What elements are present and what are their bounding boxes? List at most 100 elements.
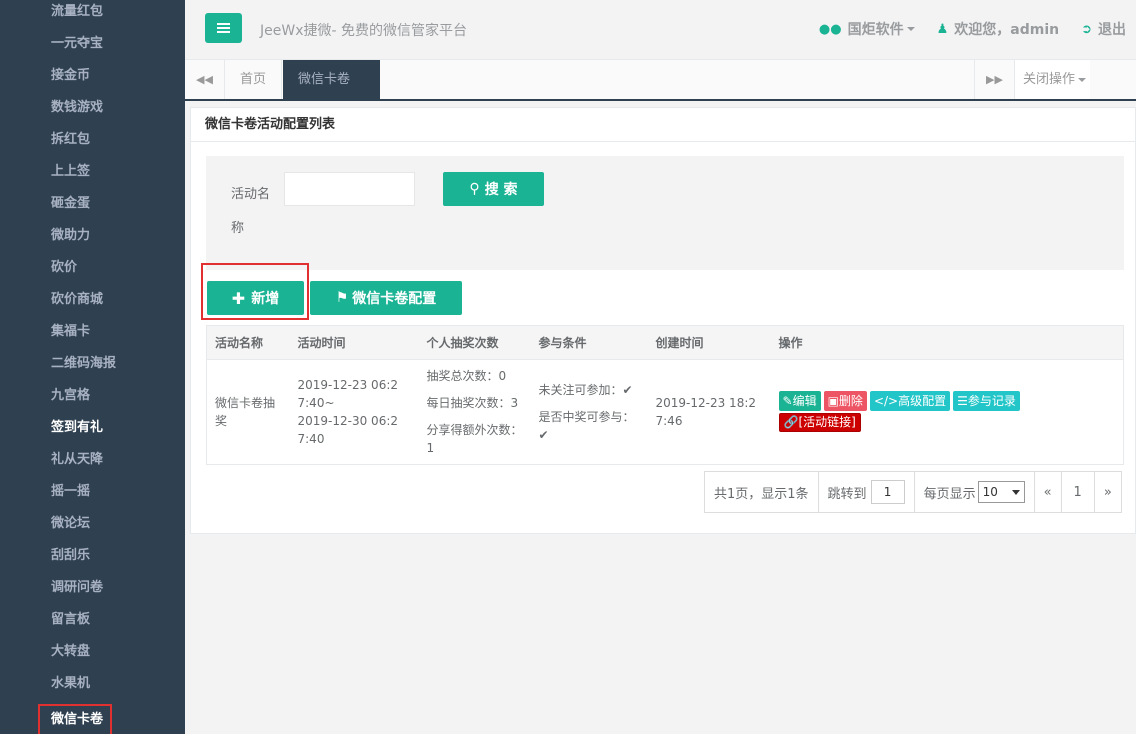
search-button-label: 搜 索 [484,182,518,198]
sidebar-item[interactable]: 接金币 [0,64,185,96]
col-header-time: 活动时间 [289,325,419,360]
time-end: 2019-12-30 06:27:40 [297,414,399,446]
sidebar-item-label: 微信卡卷 [51,712,104,727]
cell-draws: 抽奖总次数：0 每日抽奖次数：3 分享得额外次数：1 [418,359,531,465]
hamburger-icon [217,23,230,33]
sidebar-item[interactable]: 签到有礼 [0,416,185,448]
table-header-row: 活动名称 活动时间 个人抽奖次数 参与条件 创建时间 操作 [206,325,1124,360]
sidebar-item-label: 刮刮乐 [51,548,91,563]
wechat-icon: ●● [818,21,842,37]
per-page-label: 每页显示 [923,486,976,502]
advanced-config-button[interactable]: </>高级配置 [869,390,951,411]
tag-icon: ⚑ [335,290,349,306]
sidebar-item[interactable]: 留言板 [0,608,185,640]
jump-page-input[interactable]: 1 [870,480,905,504]
sidebar-item[interactable]: 微信卡卷 [0,704,185,734]
sign-out-icon: ➲ [1081,21,1092,37]
sidebar-item-label: 砍价 [51,260,78,275]
sidebar-item[interactable]: 微助力 [0,224,185,256]
menu-toggle-button[interactable] [205,13,242,43]
advanced-label: 高级配置 [898,393,947,408]
sidebar-item[interactable]: 流量红包 [0,0,185,32]
per-page-select[interactable]: 10 [977,481,1025,503]
per-page-value: 10 [982,485,998,499]
records-label: 参与记录 [967,393,1016,408]
sidebar-item-label: 微助力 [51,228,91,243]
check-icon: ✔ [538,427,549,442]
sidebar-item[interactable]: 砍价商城 [0,288,185,320]
sidebar-item-label: 砍价商城 [51,292,104,307]
sidebar-item[interactable]: 水果机 [0,672,185,704]
sidebar-item[interactable]: 微论坛 [0,512,185,544]
col-header-actions: 操作 [770,325,1124,360]
top-navbar: JeeWx捷微- 免费的微信管家平台 ●● 国炬软件 ♟ 欢迎您，admin ➲… [185,0,1136,60]
sidebar-item-label: 礼从天降 [51,452,104,467]
content-panel: 微信卡卷活动配置列表 活动名称 ⚲ 搜 索 ✚ 新增 ⚑ 微信卡卷配置 活动名称… [190,107,1136,534]
sidebar-item[interactable]: 数钱游戏 [0,96,185,128]
logout-link[interactable]: ➲ 退出 [1081,19,1126,39]
brand-title: JeeWx捷微- 免费的微信管家平台 [260,23,467,39]
sidebar-item[interactable]: 礼从天降 [0,448,185,480]
card-config-label: 微信卡卷配置 [352,291,437,307]
tab-scroll-right-button[interactable]: ▶▶ [974,60,1014,99]
next-page-button[interactable]: » [1095,472,1121,512]
edit-button[interactable]: ✎编辑 [778,390,821,411]
cond-follow-label: 未关注可参加： [538,382,623,397]
link-label: [活动链接] [798,414,856,429]
col-header-name: 活动名称 [206,325,290,360]
tab-home[interactable]: 首页 [225,60,283,99]
search-form: 活动名称 ⚲ 搜 索 [206,156,1124,270]
delete-label: 删除 [838,393,863,408]
cond-follow: 未关注可参加：✔ [539,381,648,399]
search-icon: ⚲ [469,181,480,197]
card-config-button[interactable]: ⚑ 微信卡卷配置 [310,281,462,315]
link-icon: 🔗 [783,414,799,429]
sidebar-item[interactable]: 拆红包 [0,128,185,160]
pagination: 共1页，显示1条 跳转到 1 每页显示 10 « 1 » [704,471,1122,513]
sidebar-item-label: 上上签 [51,164,91,179]
sidebar-item[interactable]: 调研问卷 [0,576,185,608]
forward-icon: ▶▶ [986,73,1003,86]
tab-scroll-left-button[interactable]: ◀◀ [185,60,225,99]
table-row: 微信卡卷抽奖 2019-12-23 06:27:40~ 2019-12-30 0… [206,359,1124,465]
sidebar-item[interactable]: 摇一摇 [0,480,185,512]
user-welcome[interactable]: ♟ 欢迎您，admin [937,19,1059,39]
add-button[interactable]: ✚ 新增 [207,281,304,315]
sidebar-item[interactable]: 九宫格 [0,384,185,416]
records-button[interactable]: ☰参与记录 [953,390,1020,411]
sidebar-item[interactable]: 大转盘 [0,640,185,672]
close-ops-dropdown[interactable]: 关闭操作 [1014,60,1090,99]
cell-activity-name: 微信卡卷抽奖 [206,359,290,465]
sidebar-item-label: 调研问卷 [51,580,104,595]
share-draws: 分享得额外次数：1 [426,423,523,455]
activity-link-button[interactable]: 🔗[活动链接] [778,412,861,432]
trash-icon: ▣ [827,393,839,408]
sidebar-item[interactable]: 一元夺宝 [0,32,185,64]
tab-wechat-card[interactable]: 微信卡卷 ✕ [283,60,380,124]
page-1-button[interactable]: 1 [1062,472,1095,512]
edit-icon: ✎ [782,393,793,408]
sidebar-item[interactable]: 上上签 [0,160,185,192]
sidebar-item[interactable]: 刮刮乐 [0,544,185,576]
code-icon: </> [873,393,899,408]
sidebar-item[interactable]: 二维码海报 [0,352,185,384]
sidebar-item[interactable]: 集福卡 [0,320,185,352]
sidebar-item-label: 流量红包 [51,4,104,19]
search-button[interactable]: ⚲ 搜 索 [443,172,544,206]
sidebar-menu: 流量红包一元夺宝 接金币数钱游戏拆红包上上签砸金蛋微助力砍价砍价商城集福卡二维码海… [0,0,185,734]
activity-name-input[interactable] [284,172,415,206]
cond-winner: 是否中奖可参与： ✔ [539,408,648,444]
sidebar-item[interactable]: 砸金蛋 [0,192,185,224]
backward-icon: ◀◀ [196,73,213,86]
delete-button[interactable]: ▣删除 [823,390,867,411]
welcome-label: 欢迎您，admin [954,22,1060,38]
sidebar: 流量红包一元夺宝 接金币数钱游戏拆红包上上签砸金蛋微助力砍价砍价商城集福卡二维码海… [0,0,185,734]
prev-page-button[interactable]: « [1035,472,1062,512]
edit-label: 编辑 [792,393,817,408]
sidebar-item-label: 二维码海报 [51,356,117,371]
sidebar-item[interactable]: 砍价 [0,256,185,288]
sidebar-item-label: 数钱游戏 [51,100,104,115]
software-dropdown[interactable]: ●● 国炬软件 [819,19,915,39]
sidebar-item-label: 微论坛 [51,516,91,531]
plus-icon: ✚ [231,288,246,308]
